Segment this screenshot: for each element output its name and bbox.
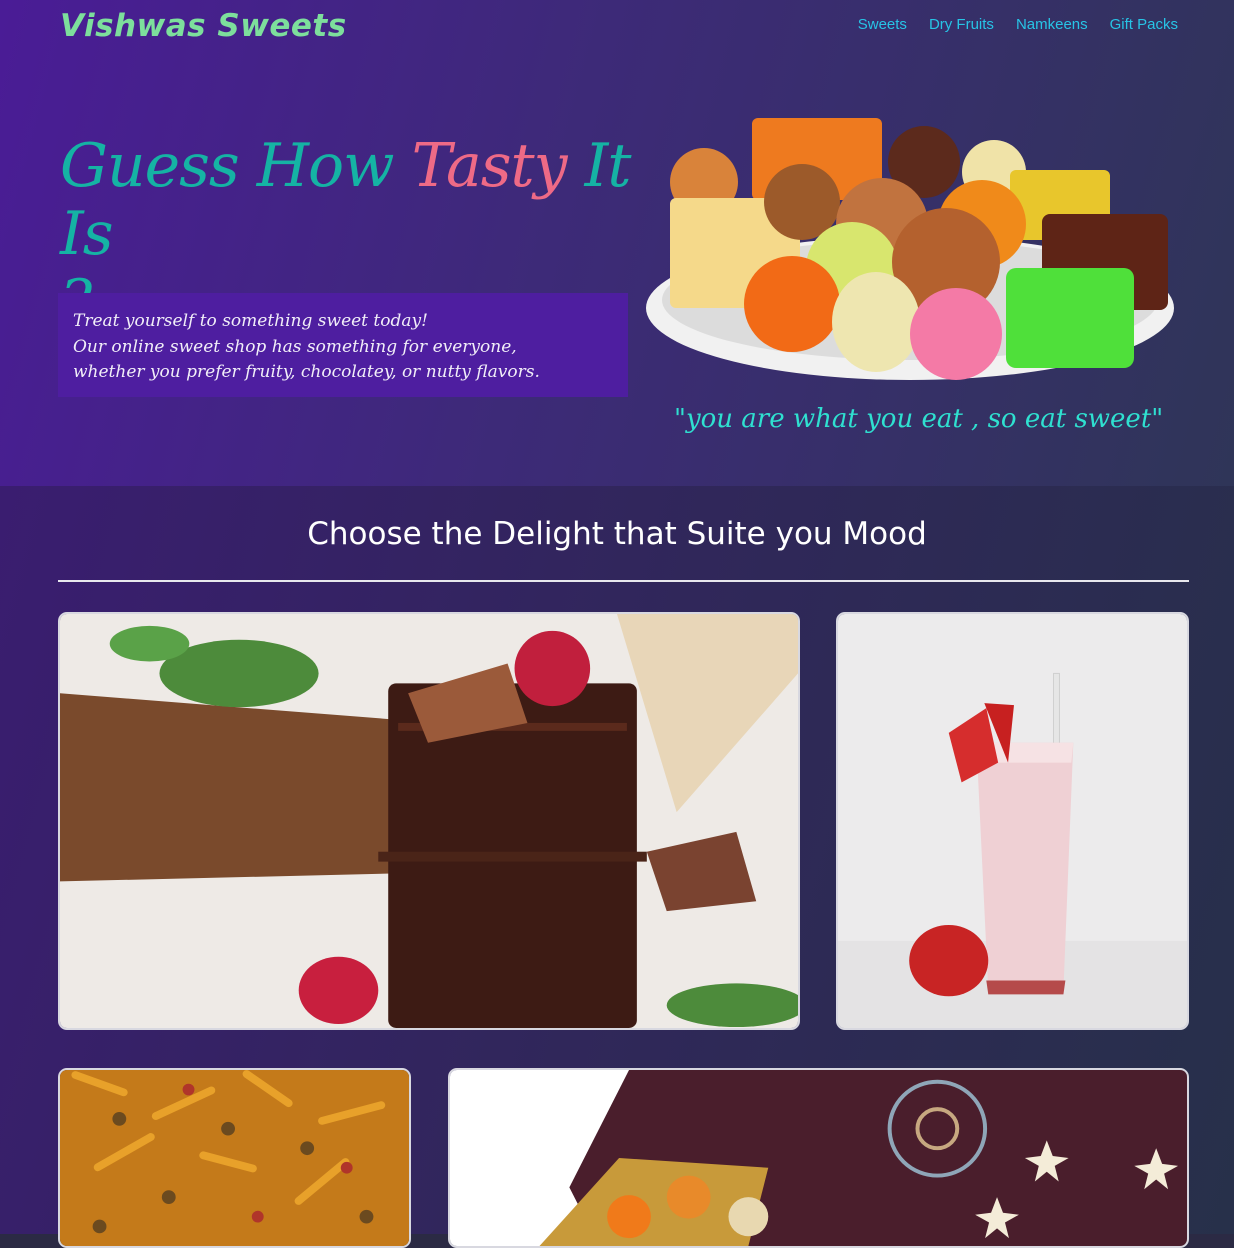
- hero-quote: "you are what you eat , so eat sweet": [674, 404, 1164, 434]
- namkeen-image: [60, 1070, 409, 1246]
- category-card-desserts[interactable]: [58, 612, 800, 1030]
- top-nav: Sweets Dry Fruits Namkeens Gift Packs: [858, 16, 1178, 33]
- promo-box: Treat yourself to something sweet today!…: [58, 293, 628, 397]
- nav-link-sweets[interactable]: Sweets: [858, 16, 907, 33]
- promo-line: whether you prefer fruity, chocolatey, o…: [73, 362, 540, 382]
- brownie-image: [60, 614, 798, 1028]
- category-card-gift-packs[interactable]: [448, 1068, 1189, 1248]
- promo-line: Our online sweet shop has something for …: [73, 336, 517, 357]
- nav-link-namkeens[interactable]: Namkeens: [1016, 16, 1088, 33]
- nav-link-gift-packs[interactable]: Gift Packs: [1110, 16, 1178, 33]
- category-card-drinks[interactable]: [836, 612, 1189, 1030]
- headline-part-1: Guess How: [60, 131, 395, 201]
- hero-section: Vishwas Sweets Sweets Dry Fruits Namkeen…: [0, 0, 1234, 486]
- sweets-platter-image: [646, 118, 1174, 380]
- promo-line: Treat yourself to something sweet today!: [73, 311, 428, 331]
- section-title: Choose the Delight that Suite you Mood: [307, 516, 927, 552]
- brand-logo[interactable]: Vishwas Sweets: [60, 8, 347, 44]
- categories-section: Choose the Delight that Suite you Mood: [0, 486, 1234, 1248]
- nav-link-dry-fruits[interactable]: Dry Fruits: [929, 16, 994, 33]
- category-card-namkeens[interactable]: [58, 1068, 411, 1248]
- section-divider: [58, 580, 1189, 582]
- gift-box-image: [450, 1070, 1187, 1246]
- headline-part-2: Tasty: [411, 131, 568, 201]
- milkshake-image: [838, 614, 1187, 1028]
